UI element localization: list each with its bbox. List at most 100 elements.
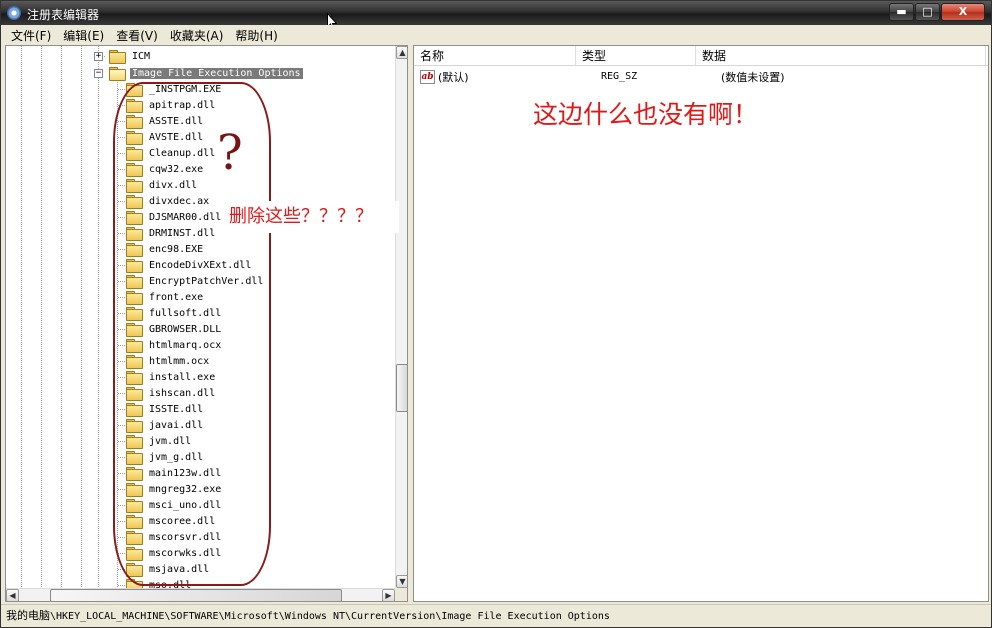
window-title: 注册表编辑器	[27, 8, 100, 22]
folder-icon	[126, 323, 143, 337]
folder-icon	[126, 147, 143, 161]
tree-node-child[interactable]: ishscan.dll	[126, 385, 217, 401]
tree-vertical-scrollbar[interactable]: ▲ ▼	[395, 46, 407, 588]
folder-icon	[126, 563, 143, 577]
folder-icon	[126, 179, 143, 193]
tree-node-child[interactable]: EncodeDivXExt.dll	[126, 257, 253, 273]
folder-icon	[126, 211, 143, 225]
tree-horizontal-scrollbar[interactable]: ◀ ▶	[6, 588, 395, 601]
tree-node-image-file-execution-options[interactable]: − Image File Execution Options	[94, 65, 303, 81]
tree-node-child[interactable]: mngreg32.exe	[126, 481, 223, 497]
tree-node-child[interactable]: Cleanup.dll	[126, 145, 217, 161]
tree-label: javai.dll	[149, 419, 204, 431]
registry-key-tree[interactable]: + ICM − Image File Execution Options _IN…	[5, 45, 408, 602]
tree-node-child[interactable]: msci_uno.dll	[126, 497, 223, 513]
tree-label: mscorwks.dll	[149, 547, 222, 559]
column-header-type[interactable]: 类型	[576, 46, 696, 66]
tree-node-child[interactable]: ISSTE.dll	[126, 401, 205, 417]
tree-label: AVSTE.dll	[149, 131, 204, 143]
tree-node-child[interactable]: mscorsvr.dll	[126, 529, 223, 545]
tree-node-child[interactable]: DRMINST.dll	[126, 225, 217, 241]
tree-label: ASSTE.dll	[149, 115, 204, 127]
tree-label: mscoree.dll	[149, 515, 216, 527]
status-bar: 我的电脑\HKEY_LOCAL_MACHINE\SOFTWARE\Microso…	[1, 604, 991, 627]
tree-node-child[interactable]: jvm_g.dll	[126, 449, 205, 465]
folder-icon	[126, 451, 143, 465]
tree-label: fullsoft.dll	[149, 307, 222, 319]
tree-label: DRMINST.dll	[149, 227, 216, 239]
menu-bar: 文件(F) 编辑(E) 查看(V) 收藏夹(A) 帮助(H)	[1, 25, 991, 45]
regedit-window: 注册表编辑器 ▬ □ X 文件(F) 编辑(E) 查看(V) 收藏夹(A) 帮助…	[0, 0, 992, 628]
tree-label: divx.dll	[149, 179, 198, 191]
open-folder-icon	[109, 67, 126, 81]
column-header-name[interactable]: 名称	[414, 46, 576, 66]
menu-help[interactable]: 帮助(H)	[229, 27, 283, 44]
tree-node-child[interactable]: cqw32.exe	[126, 161, 205, 177]
tree-node-child[interactable]: divxdec.ax	[126, 193, 211, 209]
tree-node-child[interactable]: enc98.EXE	[126, 241, 205, 257]
menu-view[interactable]: 查看(V)	[110, 27, 164, 44]
tree-node-child[interactable]: apitrap.dll	[126, 97, 217, 113]
menu-file[interactable]: 文件(F)	[5, 27, 57, 44]
tree-label: DJSMAR00.dll	[149, 211, 222, 223]
title-bar[interactable]: 注册表编辑器 ▬ □ X	[1, 1, 991, 25]
tree-label: ICM	[132, 50, 151, 62]
folder-icon	[126, 355, 143, 369]
tree-node-child[interactable]: jvm.dll	[126, 433, 193, 449]
tree-node-child[interactable]: DJSMAR00.dll	[126, 209, 223, 225]
scroll-left-button[interactable]: ◀	[6, 589, 19, 601]
tree-label: ishscan.dll	[149, 387, 216, 399]
tree-node-child[interactable]: install.exe	[126, 369, 217, 385]
string-value-icon: ab	[420, 69, 435, 84]
tree-node-child[interactable]: _INSTPGM.EXE	[126, 81, 223, 97]
scroll-down-button[interactable]: ▼	[396, 575, 407, 588]
tree-node-child[interactable]: ASSTE.dll	[126, 113, 205, 129]
folder-icon	[126, 483, 143, 497]
scroll-up-button[interactable]: ▲	[396, 46, 407, 59]
expand-plus-icon[interactable]: +	[94, 51, 103, 61]
tree-node-child[interactable]: GBROWSER.DLL	[126, 321, 223, 337]
tree-node-child[interactable]: fullsoft.dll	[126, 305, 223, 321]
scroll-right-button[interactable]: ▶	[382, 589, 395, 601]
tree-label: ISSTE.dll	[149, 403, 204, 415]
tree-label: GBROWSER.DLL	[149, 323, 222, 335]
tree-label: Cleanup.dll	[149, 147, 216, 159]
tree-node-child[interactable]: htmlmm.ocx	[126, 353, 211, 369]
folder-icon	[126, 83, 143, 97]
regedit-app-icon	[7, 6, 21, 20]
tree-label: mngreg32.exe	[149, 483, 222, 495]
tree-node-child[interactable]: divx.dll	[126, 177, 199, 193]
status-computer-label: 我的电脑	[6, 609, 50, 622]
tree-label: msci_uno.dll	[149, 499, 222, 511]
folder-icon	[126, 403, 143, 417]
maximize-button[interactable]: □	[915, 3, 940, 21]
folder-icon	[126, 371, 143, 385]
folder-icon	[126, 435, 143, 449]
horizontal-scroll-thumb[interactable]	[50, 589, 342, 601]
tree-node-child[interactable]: front.exe	[126, 289, 205, 305]
value-type: REG_SZ	[601, 71, 638, 82]
tree-node-child[interactable]: AVSTE.dll	[126, 129, 205, 145]
tree-node-icm[interactable]: + ICM	[94, 48, 152, 64]
minimize-button[interactable]: ▬	[889, 3, 914, 21]
tree-node-child[interactable]: main123w.dll	[126, 465, 223, 481]
close-button[interactable]: X	[941, 3, 985, 21]
tree-node-child[interactable]: mscorwks.dll	[126, 545, 223, 561]
column-header-data[interactable]: 数据	[696, 46, 986, 66]
menu-edit[interactable]: 编辑(E)	[57, 27, 110, 44]
vertical-scroll-thumb[interactable]	[396, 364, 407, 412]
tree-node-child[interactable]: javai.dll	[126, 417, 205, 433]
menu-favorites[interactable]: 收藏夹(A)	[164, 27, 230, 44]
folder-icon	[126, 339, 143, 353]
tree-node-child[interactable]: EncryptPatchVer.dll	[126, 273, 265, 289]
tree-node-child[interactable]: msjava.dll	[126, 561, 211, 577]
tree-node-child[interactable]: mscoree.dll	[126, 513, 217, 529]
folder-icon	[126, 467, 143, 481]
value-row-default[interactable]: ab (默认) REG_SZ (数值未设置)	[414, 68, 988, 85]
folder-icon	[126, 243, 143, 257]
scrollbar-corner	[395, 588, 407, 601]
tree-label: htmlmarq.ocx	[149, 339, 222, 351]
tree-node-child[interactable]: htmlmarq.ocx	[126, 337, 223, 353]
collapse-minus-icon[interactable]: −	[94, 68, 103, 78]
folder-icon	[126, 291, 143, 305]
